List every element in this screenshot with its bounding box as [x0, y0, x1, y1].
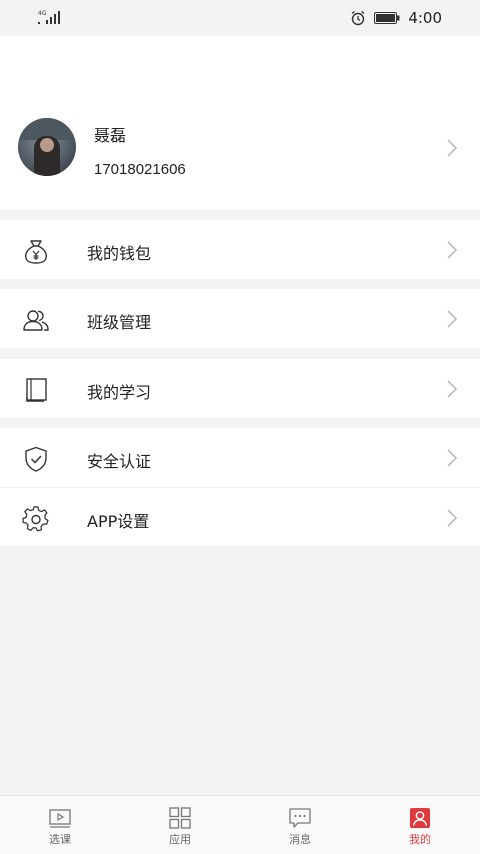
shield-check-icon [25, 446, 47, 472]
profile-phone: 17018021606 [94, 161, 186, 178]
menu-label-security: 安全认证 [87, 452, 152, 471]
play-video-icon [49, 809, 71, 828]
menu-group-study: 我的学习 [0, 359, 480, 418]
tab-courses[interactable]: 选课 [0, 796, 120, 854]
profile-name: 聂磊 [94, 126, 127, 145]
status-right: 4:00 [350, 9, 442, 27]
menu-label-my-study: 我的学习 [87, 383, 152, 402]
chevron-right-icon [447, 310, 458, 328]
menu-label-wallet: 我的钱包 [87, 244, 152, 263]
chevron-right-icon [447, 509, 458, 527]
gear-icon [22, 506, 49, 532]
alarm-icon [351, 10, 365, 26]
status-time: 4:00 [408, 9, 442, 27]
status-bar: 4G 4:00 [0, 0, 480, 36]
svg-text:4G: 4G [38, 10, 47, 17]
menu-item-app-settings[interactable]: APP设置 [0, 487, 480, 546]
menu-item-class-manage[interactable]: 班级管理 [0, 289, 480, 348]
chevron-right-icon [447, 139, 458, 157]
users-group-icon [23, 310, 49, 331]
tab-messages[interactable]: 消息 [240, 796, 360, 854]
bottom-tab-bar: 选课 应用 消息 我的 [0, 795, 480, 854]
avatar[interactable] [18, 118, 76, 176]
tab-mine[interactable]: 我的 [360, 796, 480, 854]
menu-label-app-settings: APP设置 [87, 512, 150, 531]
grid-apps-icon [169, 807, 191, 829]
money-bag-icon [25, 240, 47, 264]
menu-item-my-study[interactable]: 我的学习 [0, 359, 480, 418]
menu-item-wallet[interactable]: 我的钱包 [0, 220, 480, 279]
book-icon [26, 378, 47, 402]
tab-label: 消息 [289, 833, 311, 846]
chevron-right-icon [447, 241, 458, 259]
menu-label-class-manage: 班级管理 [87, 313, 152, 332]
tab-label: 应用 [169, 833, 191, 846]
chevron-right-icon [447, 380, 458, 398]
menu-group-class: 班级管理 [0, 289, 480, 348]
screen: 4G 4:00 聂磊 17018021606 我的钱包 班级管理 我的学习 安全… [0, 0, 480, 854]
menu-group-wallet: 我的钱包 [0, 220, 480, 279]
tab-apps[interactable]: 应用 [120, 796, 240, 854]
signal-icon: 4G [38, 10, 60, 24]
menu-group-settings: 安全认证 APP设置 [0, 428, 480, 546]
chevron-right-icon [447, 449, 458, 467]
menu-item-security[interactable]: 安全认证 [0, 428, 480, 487]
user-profile-icon [410, 808, 430, 828]
battery-icon [374, 12, 400, 24]
profile-card[interactable]: 聂磊 17018021606 [0, 36, 480, 210]
tab-label: 选课 [49, 833, 71, 846]
message-bubble-icon [289, 808, 311, 828]
tab-label: 我的 [409, 833, 431, 846]
